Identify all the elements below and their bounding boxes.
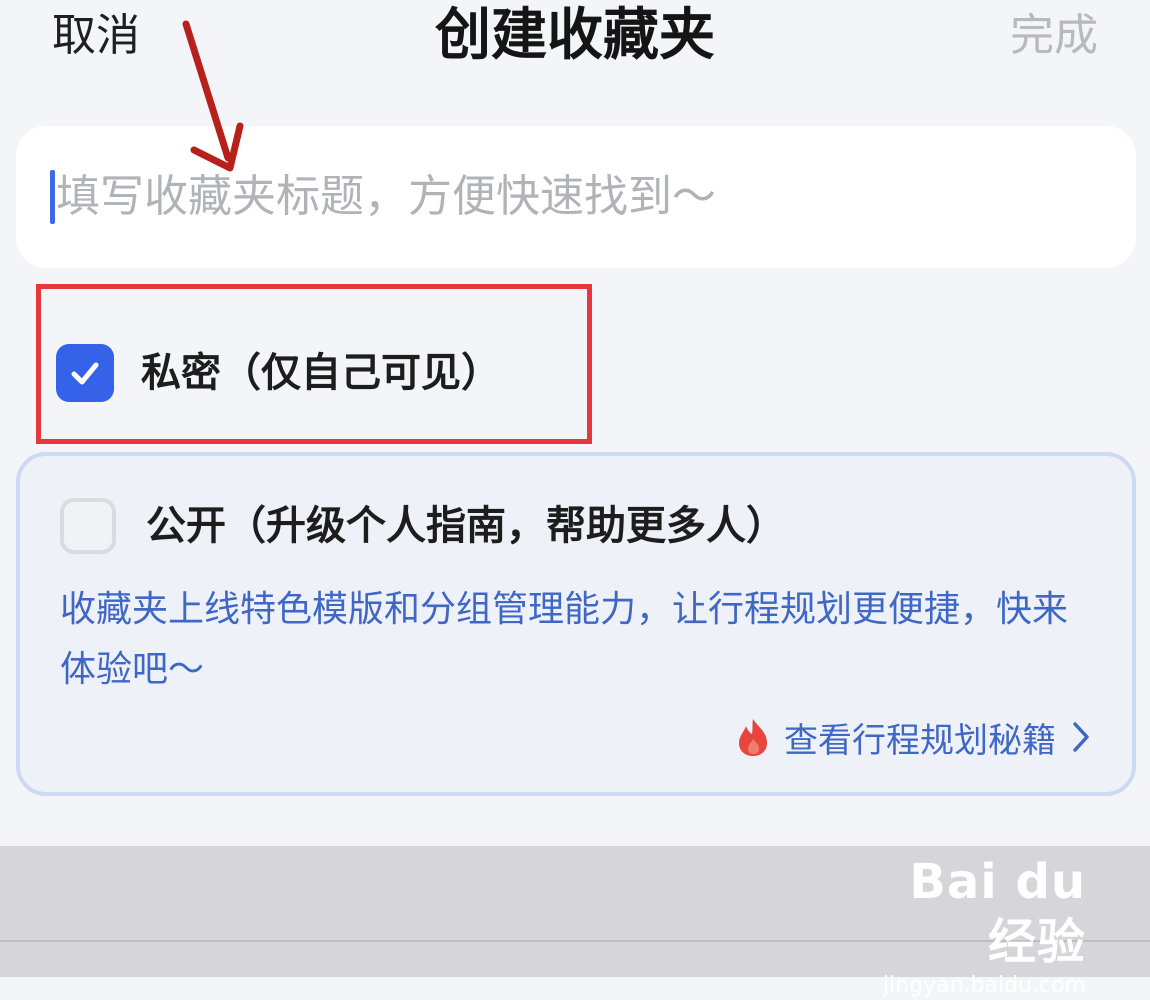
trip-guide-link-label: 查看行程规划秘籍 <box>784 720 1056 761</box>
checkmark-icon <box>71 362 99 385</box>
watermark-logo: Bai du 经验 <box>909 854 1086 970</box>
annotation-arrow-icon <box>182 20 244 172</box>
private-option-label: 私密（仅自己可见） <box>141 350 501 396</box>
fire-icon <box>739 719 767 756</box>
private-checkbox[interactable] <box>56 344 114 402</box>
public-option-label: 公开（升级个人指南，帮助更多人） <box>146 503 786 549</box>
text-caret <box>50 170 55 224</box>
public-option-card[interactable]: 公开（升级个人指南，帮助更多人） 收藏夹上线特色模版和分组管理能力，让行程规划更… <box>16 452 1136 796</box>
watermark-url: jingyan.baidu.com <box>882 973 1086 998</box>
watermark: Bai du 经验 jingyan.baidu.com <box>866 852 1086 998</box>
title-input-placeholder: 填写收藏夹标题，方便快速找到～ <box>56 171 716 222</box>
chevron-right-icon <box>1073 722 1089 752</box>
private-option[interactable]: 私密（仅自己可见） <box>36 284 592 444</box>
feature-promo-text: 收藏夹上线特色模版和分组管理能力，让行程规划更便捷，快来体验吧～ <box>60 589 1069 690</box>
trip-guide-link[interactable]: 查看行程规划秘籍 <box>736 712 1092 762</box>
done-button[interactable]: 完成 <box>1010 8 1098 64</box>
public-checkbox[interactable] <box>60 498 116 554</box>
